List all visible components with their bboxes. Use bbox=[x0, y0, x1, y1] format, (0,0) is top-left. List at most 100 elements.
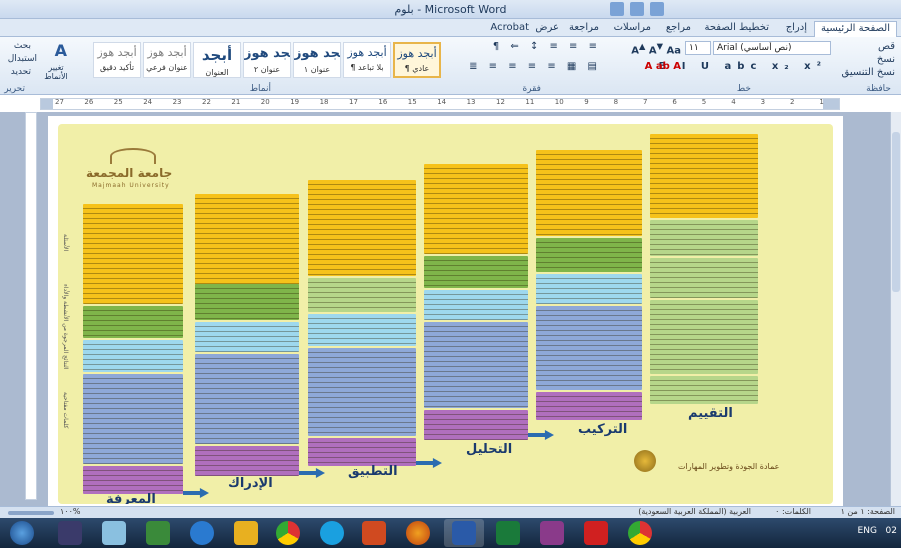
tab-references[interactable]: مراجع bbox=[660, 21, 697, 37]
tab-home[interactable]: الصفحة الرئيسية bbox=[814, 21, 897, 37]
vertical-ruler[interactable] bbox=[25, 112, 37, 500]
folder-icon[interactable] bbox=[234, 521, 258, 545]
language-indicator[interactable]: ENG bbox=[858, 526, 877, 536]
ruler-number: 17 bbox=[349, 98, 358, 106]
ribbon: قص نسخ نسخ التنسيق حافظة Arial (نص أساسي… bbox=[0, 37, 901, 95]
style-subtle-emphasis[interactable]: أبجد هوز تأكيد دقيق bbox=[93, 42, 141, 78]
ruler-number: 26 bbox=[84, 98, 94, 106]
scrollbar-thumb[interactable] bbox=[892, 132, 900, 292]
style-subtitle[interactable]: أبجد هوز عنوان فرعي bbox=[143, 42, 191, 78]
skype-icon[interactable] bbox=[320, 521, 344, 545]
document-page[interactable]: جامعة المجمعة Majmaah University الأسئلة… bbox=[48, 116, 843, 506]
paragraph-group-label: فقرة bbox=[522, 84, 541, 94]
powerpoint-icon[interactable] bbox=[362, 521, 386, 545]
cut-button[interactable]: قص bbox=[878, 41, 895, 52]
format-painter-button[interactable]: نسخ التنسيق bbox=[842, 67, 895, 78]
status-page[interactable]: الصفحة: ١ من ١ bbox=[841, 507, 895, 516]
start-button-icon[interactable] bbox=[10, 521, 34, 545]
find-button[interactable]: بحث bbox=[14, 41, 31, 51]
stage-knowledge-label: المعرفة bbox=[106, 492, 156, 504]
analysis-outcomes-block bbox=[424, 256, 528, 288]
grow-font-button[interactable]: A▲ A▼ Aa bbox=[631, 41, 681, 56]
style-heading-2[interactable]: أبجد هوز عنوان ٢ bbox=[243, 42, 291, 78]
status-language[interactable]: العربية (المملكة العربية السعودية) bbox=[638, 507, 751, 516]
chrome-icon[interactable] bbox=[276, 521, 300, 545]
status-zoom[interactable]: ١٠٠% bbox=[60, 507, 81, 516]
tab-page-layout[interactable]: تخطيط الصفحة bbox=[698, 21, 775, 37]
tab-acrobat[interactable]: Acrobat bbox=[484, 21, 535, 37]
vertical-scrollbar[interactable] bbox=[890, 112, 901, 506]
knowledge-outcomes-block bbox=[83, 306, 183, 338]
deanship-logo: عمادة الجودة وتطوير المهارات bbox=[678, 462, 780, 471]
deanship-logo-icon bbox=[634, 450, 656, 472]
media-player-icon[interactable] bbox=[58, 521, 82, 545]
ruler-number: 13 bbox=[466, 98, 476, 106]
tab-review[interactable]: مراجعة bbox=[563, 21, 605, 37]
firefox-icon[interactable] bbox=[406, 521, 430, 545]
document-area: جامعة المجمعة Majmaah University الأسئلة… bbox=[0, 112, 890, 506]
evaluation-questions-block bbox=[650, 134, 758, 218]
comprehension-activities-block bbox=[195, 322, 299, 352]
ribbon-tabs: الصفحة الرئيسية إدراج تخطيط الصفحة مراجع… bbox=[0, 19, 901, 37]
font-format-buttons[interactable]: B I U abc x₂ x² bbox=[659, 61, 827, 72]
excel-icon[interactable] bbox=[496, 521, 520, 545]
ruler-number: 6 bbox=[672, 98, 677, 106]
tab-insert[interactable]: إدراج bbox=[780, 21, 813, 37]
paragraph-list-buttons[interactable]: ¶ ⇐ ↕ ≡ ≡ ≡ bbox=[493, 41, 601, 52]
ruler-number: 12 bbox=[496, 98, 505, 106]
internet-explorer-icon[interactable] bbox=[190, 521, 214, 545]
arrow-icon bbox=[528, 430, 554, 440]
font-color-icon[interactable]: A ab A bbox=[645, 61, 681, 72]
font-family-select[interactable]: Arial (نص أساسي) bbox=[713, 41, 831, 55]
app-icon[interactable] bbox=[146, 521, 170, 545]
application-summary-block bbox=[308, 438, 416, 466]
zoom-slider[interactable] bbox=[8, 511, 54, 515]
window-title: بلوم - Microsoft Word bbox=[394, 3, 507, 16]
analysis-keywords-block bbox=[424, 322, 528, 408]
ruler-number: 23 bbox=[172, 98, 182, 106]
system-tray: ENG 02 bbox=[858, 526, 897, 536]
style-title[interactable]: أبجد العنوان bbox=[193, 42, 241, 78]
stage-comprehension-label: الإدراك bbox=[228, 476, 273, 491]
chrome-icon[interactable] bbox=[628, 521, 652, 545]
application-keywords-block bbox=[308, 348, 416, 436]
styles-group-label: أنماط bbox=[249, 84, 271, 94]
evaluation-summary-block bbox=[650, 376, 758, 404]
logo-book-icon bbox=[110, 148, 156, 164]
ruler-number: 21 bbox=[231, 98, 241, 106]
application-activities-block bbox=[308, 314, 416, 346]
change-styles-icon[interactable]: A bbox=[55, 41, 67, 60]
ruler-number: 15 bbox=[407, 98, 417, 106]
ruler-number: 9 bbox=[584, 98, 589, 106]
clock[interactable]: 02 bbox=[886, 526, 897, 536]
font-group-label: خط bbox=[736, 84, 751, 94]
replace-button[interactable]: استبدال bbox=[8, 54, 37, 64]
knowledge-summary-block bbox=[83, 466, 183, 494]
synthesis-summary-block bbox=[536, 392, 642, 420]
university-logo: جامعة المجمعة bbox=[86, 166, 173, 180]
analysis-activities-block bbox=[424, 290, 528, 320]
select-button[interactable]: تحديد bbox=[11, 67, 31, 77]
style-normal[interactable]: أبجد هوز ¶ عادي bbox=[393, 42, 441, 78]
copy-button[interactable]: نسخ bbox=[877, 54, 895, 65]
row-label-outcomes: النتائج المرجوة من الأنشطة والأداء bbox=[62, 284, 69, 370]
change-styles-button[interactable]: تغيير الأنماط bbox=[41, 63, 71, 81]
paragraph-align-buttons[interactable]: ≣ ≡ ≡ ≡ ≡ ▦ ▤ bbox=[469, 61, 601, 72]
synthesis-keywords-block bbox=[536, 306, 642, 390]
horizontal-ruler[interactable]: 27 26 25 24 23 22 21 20 19 18 17 16 15 14 13 12 11 10 9 8 7 6… bbox=[40, 98, 840, 110]
editing-group-label: تحرير bbox=[4, 84, 25, 94]
style-no-spacing[interactable]: أبجد هوز ¶ بلا تباعد bbox=[343, 42, 391, 78]
tab-mailings[interactable]: مراسلات bbox=[608, 21, 657, 37]
arrow-icon bbox=[299, 468, 325, 478]
style-heading-1[interactable]: أبجد هوز عنوان ١ bbox=[293, 42, 341, 78]
word-icon[interactable] bbox=[452, 521, 476, 545]
font-size-select[interactable]: ١١ bbox=[685, 41, 711, 55]
status-words[interactable]: الكلمات: ٠ bbox=[775, 507, 811, 516]
acrobat-icon[interactable] bbox=[584, 521, 608, 545]
ruler-number: 7 bbox=[643, 98, 648, 106]
ruler-number: 14 bbox=[437, 98, 447, 106]
explorer-icon[interactable] bbox=[102, 521, 126, 545]
winrar-icon[interactable] bbox=[540, 521, 564, 545]
bloom-poster-image[interactable]: جامعة المجمعة Majmaah University الأسئلة… bbox=[58, 124, 833, 504]
arrow-icon bbox=[416, 458, 442, 468]
